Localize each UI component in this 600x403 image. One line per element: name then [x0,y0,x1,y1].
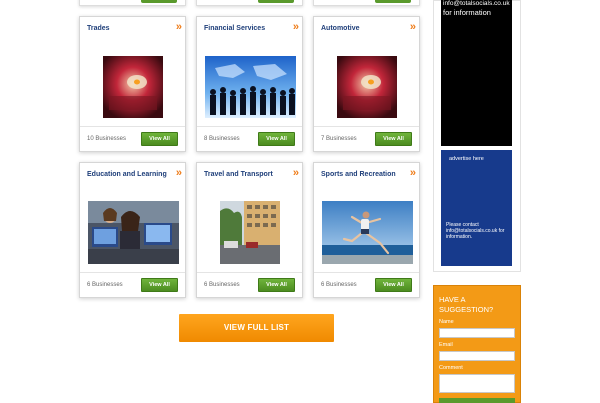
card-title[interactable]: Trades [87,25,110,32]
card-footer: 10 Businesses View All [80,126,185,151]
chevron-right-icon[interactable]: » [410,168,416,179]
category-card-sports: Sports and Recreation » 6 Businesses Vie… [313,162,420,298]
business-count: 7 Businesses [321,136,357,142]
card-footer: 7 Businesses View All [314,126,419,151]
chevron-right-icon[interactable]: » [410,22,416,33]
view-all-button-partial[interactable] [141,0,177,3]
card-title[interactable]: Sports and Recreation [321,171,396,178]
card-title[interactable]: Automotive [321,25,360,32]
category-card-education: Education and Learning » 6 Businesses Vi… [79,162,186,298]
view-full-list-button[interactable]: VIEW FULL LIST [179,314,334,342]
card-partial-3 [313,0,420,6]
business-count: 8 Businesses [204,136,240,142]
comment-textarea[interactable] [439,374,515,393]
category-card-trades: Trades » 10 Businesses View All [79,16,186,152]
card-footer: 6 Businesses View All [197,272,302,297]
candle-image[interactable] [103,56,163,118]
runner-image[interactable] [322,201,413,264]
suggestion-form: HAVE A SUGGESTION? Name Email Comment [433,285,521,403]
card-title[interactable]: Travel and Transport [204,171,273,178]
view-all-button[interactable]: View All [141,132,178,146]
card-title[interactable]: Education and Learning [87,171,167,178]
email-label: Email [439,342,453,348]
business-count: 6 Businesses [87,282,123,288]
card-title[interactable]: Financial Services [204,25,265,32]
candle-image[interactable] [337,56,397,118]
card-footer: 6 Businesses View All [80,272,185,297]
chevron-right-icon[interactable]: » [293,22,299,33]
view-all-button[interactable]: View All [258,278,295,292]
ad-banner-blue[interactable]: advertise here Please contact info@total… [441,150,512,266]
chevron-right-icon[interactable]: » [176,168,182,179]
category-card-automotive: Automotive » 7 Businesses View All [313,16,420,152]
business-count: 6 Businesses [204,282,240,288]
suggestion-title: HAVE A SUGGESTION? [439,295,494,314]
view-all-button[interactable]: View All [258,132,295,146]
ad-banner-black[interactable]: info@totalsocials.co.uk for information [441,0,512,146]
business-count: 10 Businesses [87,136,127,142]
comment-label: Comment [439,365,463,371]
chevron-right-icon[interactable]: » [176,22,182,33]
ad-info-text: for information [443,8,491,17]
business-people-image[interactable] [205,56,296,118]
submit-button[interactable] [439,398,515,403]
card-partial-1 [79,0,186,6]
name-field[interactable] [439,328,515,338]
view-all-button-partial[interactable] [375,0,411,3]
category-card-financial-services: Financial Services » 8 Businesses View A… [196,16,303,152]
advertise-heading: advertise here [449,156,484,162]
view-all-button-partial[interactable] [258,0,294,3]
view-all-button[interactable]: View All [375,278,412,292]
category-card-travel: Travel and Transport » 6 Businesses View… [196,162,303,298]
card-footer: 8 Businesses View All [197,126,302,151]
email-field[interactable] [439,351,515,361]
name-label: Name [439,319,454,325]
ad-email-text: info@totalsocials.co.uk [443,0,510,7]
business-count: 6 Businesses [321,282,357,288]
card-footer: 6 Businesses View All [314,272,419,297]
view-all-button[interactable]: View All [141,278,178,292]
card-partial-2 [196,0,303,6]
advertise-contact-text: Please contact info@totalsocials.co.uk f… [446,222,505,240]
chevron-right-icon[interactable]: » [293,168,299,179]
view-all-button[interactable]: View All [375,132,412,146]
students-image[interactable] [88,201,179,264]
city-street-image[interactable] [220,201,280,264]
